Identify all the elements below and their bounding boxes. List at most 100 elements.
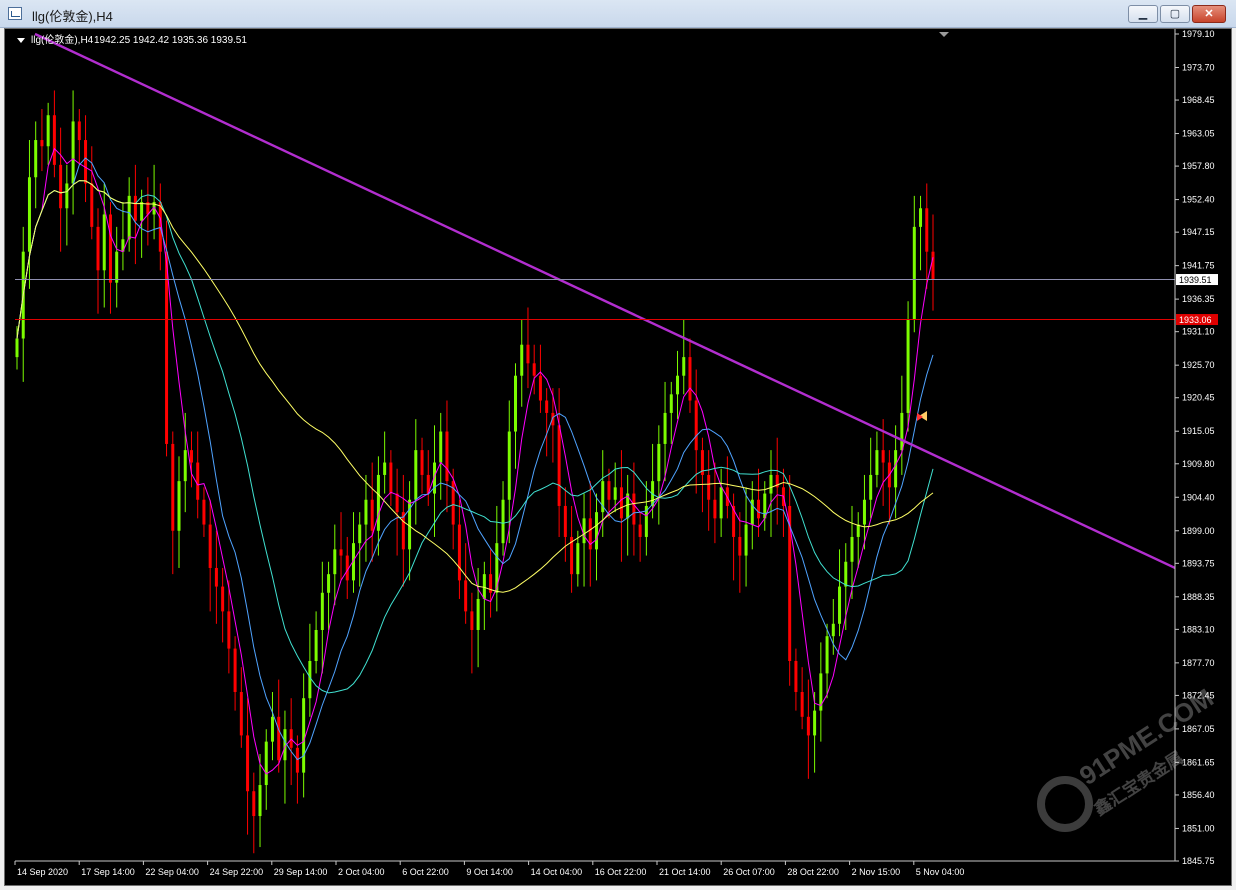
candle-body [320, 592, 324, 630]
window-titlebar: llg(伦敦金),H4 ▁ ▢ ✕ [0, 0, 1236, 28]
price-tick-label: 1856.40 [1182, 790, 1215, 800]
price-tick-label: 1861.65 [1182, 757, 1215, 767]
price-chart[interactable]: 91PME.COM 鑫汇宝贵金属 1979.101973.701968.4519… [5, 29, 1231, 885]
candle-body [632, 493, 636, 525]
candle-body [532, 363, 536, 376]
candle-body [189, 450, 193, 463]
candle-body [545, 400, 549, 413]
candle-body [931, 251, 935, 280]
candle-body [364, 499, 368, 525]
symbol-menu-icon[interactable] [17, 38, 25, 43]
candle-body [108, 214, 112, 283]
time-tick-label: 16 Oct 22:00 [595, 867, 647, 877]
candle-body [314, 629, 318, 661]
candle-body [40, 140, 44, 147]
price-tick-label: 1915.05 [1182, 426, 1215, 436]
candle-body [420, 450, 424, 475]
candle-body [395, 493, 399, 513]
candle-body [115, 251, 119, 283]
candle-body [84, 140, 88, 184]
candle-body [464, 580, 468, 612]
candle-body [59, 164, 63, 209]
candle-body [202, 499, 206, 525]
price-tick-label: 1925.70 [1182, 360, 1215, 370]
candle-body [339, 549, 343, 556]
candle-body [844, 561, 848, 587]
price-tick-label: 1877.70 [1182, 658, 1215, 668]
candle-body [744, 524, 748, 556]
candle-body [875, 450, 879, 475]
candle-body [476, 598, 480, 630]
candle-body [757, 499, 761, 519]
candle-body [638, 524, 642, 537]
candle-body [445, 431, 449, 482]
red-level-label: 1933.06 [1179, 315, 1212, 325]
candle-body [208, 524, 212, 568]
chart-shift-marker-icon[interactable] [939, 32, 949, 37]
candles-layer [15, 90, 935, 854]
maximize-button[interactable]: ▢ [1160, 5, 1190, 23]
candle-body [906, 319, 910, 413]
time-axis: 14 Sep 2020 17 Sep 14:00 22 Sep 04:00 24 Se… [14, 861, 964, 877]
candle-body [850, 536, 854, 562]
candle-body [246, 735, 250, 792]
candle-body [719, 487, 723, 519]
candle-body [239, 692, 243, 736]
price-tick-label: 1867.05 [1182, 724, 1215, 734]
candle-body [171, 443, 175, 531]
candle-body [470, 611, 474, 630]
price-tick-label: 1941.75 [1182, 261, 1215, 271]
candle-body [140, 202, 144, 221]
price-tick-label: 1936.35 [1182, 294, 1215, 304]
time-tick-label: 26 Oct 07:00 [723, 867, 775, 877]
close-button[interactable]: ✕ [1192, 5, 1226, 23]
price-tick-label: 1845.75 [1182, 856, 1215, 866]
candle-body [133, 195, 137, 221]
candle-body [507, 431, 511, 500]
candle-body [221, 586, 225, 612]
current-price-label: 1939.51 [1179, 275, 1212, 285]
candle-body [383, 462, 387, 475]
candle-body [894, 450, 898, 488]
candle-body [831, 623, 835, 637]
candle-body [676, 375, 680, 395]
candle-body [557, 425, 561, 506]
price-tick-label: 1909.80 [1182, 459, 1215, 469]
candle-body [264, 741, 268, 786]
time-tick-label: 29 Sep 14:00 [274, 867, 328, 877]
candle-body [669, 394, 673, 413]
candle-body [77, 121, 81, 141]
time-tick-label: 2 Nov 15:00 [852, 867, 901, 877]
chart-window[interactable]: 91PME.COM 鑫汇宝贵金属 1979.10 1973.70 1968.45 19… [4, 28, 1232, 886]
time-tick-label: 28 Oct 22:00 [787, 867, 839, 877]
candle-body [825, 636, 829, 674]
candle-body [65, 183, 69, 209]
candle-body [358, 524, 362, 544]
candle-body [607, 481, 611, 500]
window-title: llg(伦敦金),H4 [32, 9, 113, 24]
candle-body [526, 344, 530, 364]
price-tick-label: 1904.40 [1182, 492, 1215, 502]
candle-body [769, 474, 773, 494]
candle-body [252, 791, 256, 817]
candle-body [457, 524, 461, 581]
time-tick-label: 22 Sep 04:00 [145, 867, 199, 877]
candle-body [800, 692, 804, 717]
time-tick-label: 14 Sep 2020 [17, 867, 68, 877]
candle-body [270, 716, 274, 742]
candle-body [682, 357, 686, 376]
candle-body [327, 574, 331, 593]
trend-line[interactable] [34, 32, 1176, 570]
price-tick-label: 1947.15 [1182, 227, 1215, 237]
candle-body [258, 785, 262, 817]
minimize-button[interactable]: ▁ [1128, 5, 1158, 23]
candle-body [663, 412, 667, 444]
chart-window-icon [8, 7, 22, 20]
candle-body [34, 140, 38, 178]
candle-body [214, 567, 218, 587]
candle-body [333, 549, 337, 575]
price-axis: 1979.10 1973.70 1968.45 1963.05 1957.80 1952.… [1175, 29, 1215, 866]
candle-body [856, 524, 860, 537]
watermark-logo-icon [1037, 776, 1093, 832]
candle-body [102, 214, 106, 271]
